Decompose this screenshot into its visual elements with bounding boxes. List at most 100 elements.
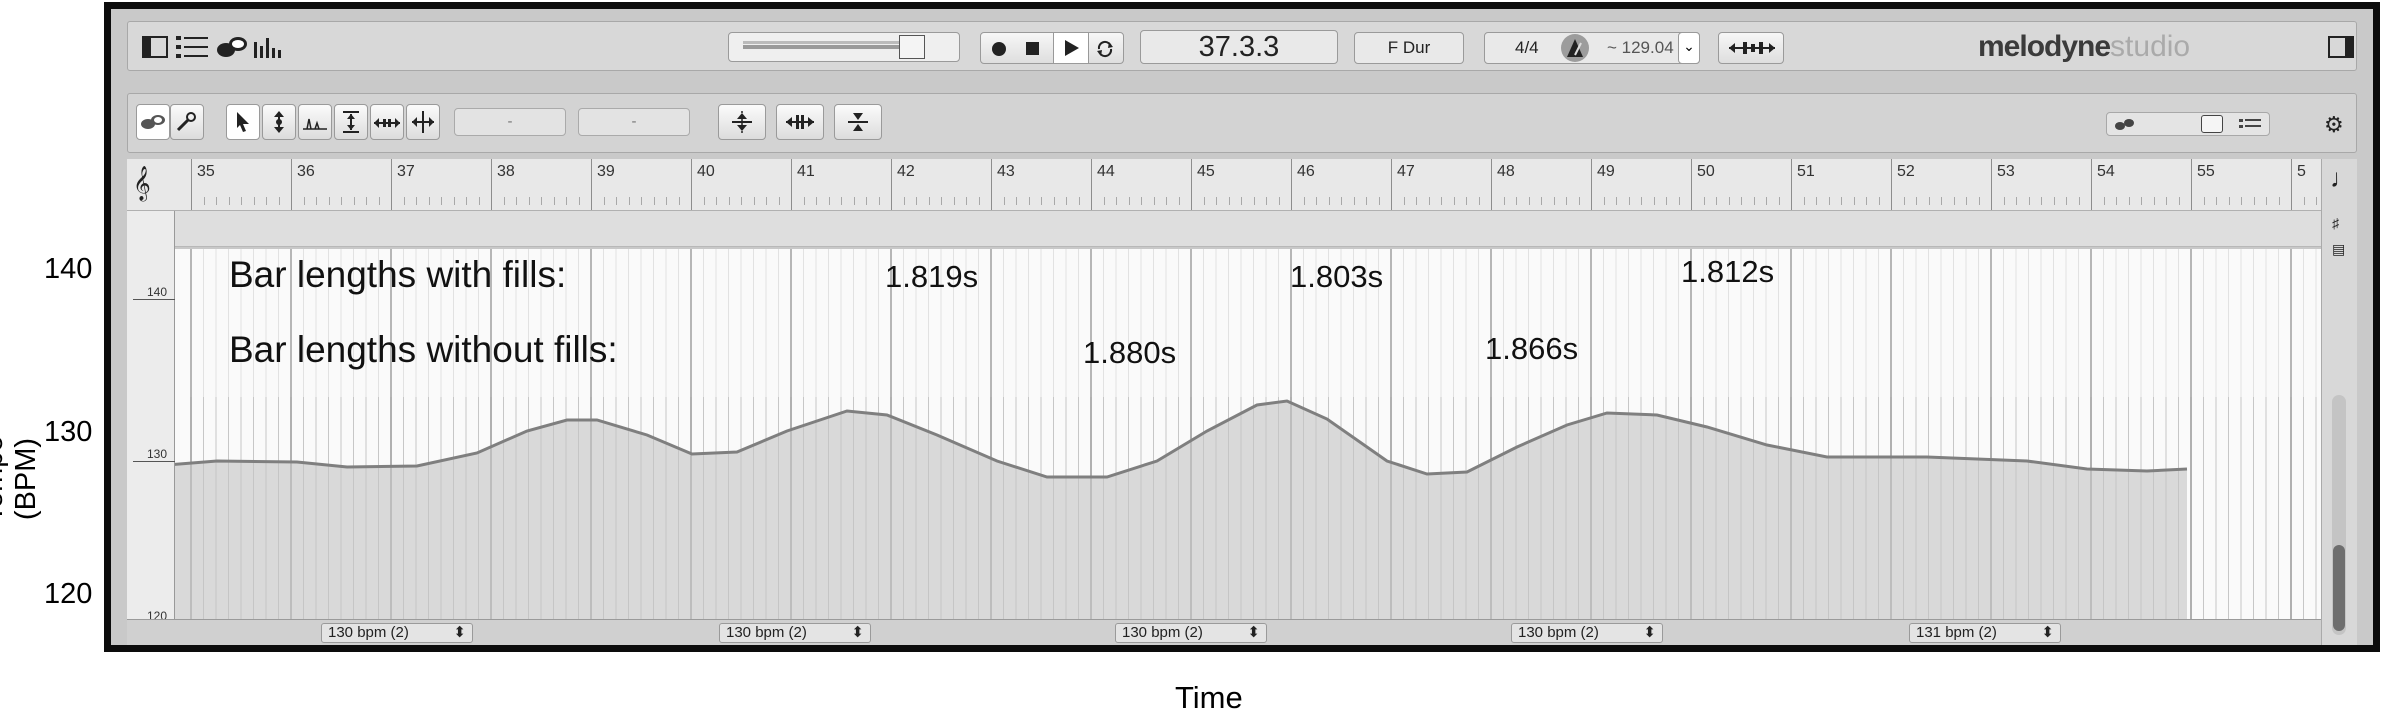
ruler-sub-tick xyxy=(1203,197,1205,205)
ruler-bar-line xyxy=(991,159,992,210)
ruler-bar-line xyxy=(2291,159,2292,210)
zoom-slider[interactable] xyxy=(2106,112,2270,136)
scale-icon[interactable]: ▤ xyxy=(2332,241,2345,258)
ruler-sub-tick xyxy=(853,197,855,205)
ruler-sub-tick xyxy=(416,197,417,205)
treble-clef-icon[interactable]: 𝄞 xyxy=(133,167,151,201)
loop-icon[interactable] xyxy=(1095,39,1115,64)
transport-bar: 37.3.3 F Dur 4/4 ~ 129.04 ⌄ melodynestud… xyxy=(127,21,2357,71)
ruler-sub-tick xyxy=(2016,197,2017,205)
transport-group xyxy=(980,32,1124,64)
ruler-bar-number: 50 xyxy=(1697,163,1715,180)
bar-ruler[interactable]: 35 36 37 38 39 40 41 42 43 44 45 46 47 48 49 50 51 52 53 54… xyxy=(127,159,2357,211)
ruler-sub-tick xyxy=(203,197,205,205)
ruler-sub-tick xyxy=(1341,197,1342,205)
note-value-icon[interactable]: ♩ xyxy=(2330,163,2356,194)
chord-track xyxy=(127,211,2357,247)
volume-handle[interactable] xyxy=(899,35,925,59)
ruler-sub-tick xyxy=(703,197,705,205)
record-icon[interactable] xyxy=(991,41,1007,62)
quantize-time-button[interactable] xyxy=(776,104,824,140)
ruler-bar-number: 5 xyxy=(2297,163,2306,180)
ruler-bar-line xyxy=(191,159,192,210)
ruler-sub-tick xyxy=(1266,197,1267,205)
ruler-bar-line xyxy=(291,159,292,210)
tempo-editor[interactable] xyxy=(127,247,2357,619)
vertical-scrollbar[interactable] xyxy=(2332,395,2346,635)
quantize-time-icon xyxy=(786,115,814,129)
ruler-bar-number: 45 xyxy=(1197,163,1215,180)
ruler-sub-tick xyxy=(878,197,880,205)
ruler-sub-tick xyxy=(1828,197,1830,205)
scrollbar-thumb[interactable] xyxy=(2333,545,2345,631)
stop-icon[interactable] xyxy=(1026,42,1040,61)
wrench-icon xyxy=(176,112,196,132)
ruler-sub-tick xyxy=(603,197,605,205)
cents-value-field[interactable]: - xyxy=(578,108,690,136)
timing-tool-button[interactable] xyxy=(370,104,404,140)
ruler-sub-tick xyxy=(1966,197,1967,205)
spectrum-icon[interactable] xyxy=(252,34,282,65)
metronome-icon[interactable] xyxy=(1561,34,1589,62)
tempo-segment-label: 130 bpm (2) xyxy=(1122,624,1203,641)
ruler-sub-tick xyxy=(1066,197,1067,205)
ruler-sub-tick xyxy=(353,197,355,205)
ruler-bar-line xyxy=(591,159,592,210)
tempo-display[interactable]: 4/4 ~ 129.04 xyxy=(1484,32,1700,64)
ruler-bar-number: 52 xyxy=(1897,163,1915,180)
ruler-sub-tick xyxy=(2278,197,2280,205)
ruler-sub-tick xyxy=(666,197,667,205)
tempo-segment-4[interactable]: 130 bpm (2) ⬍ xyxy=(1511,623,1663,643)
ruler-sub-tick xyxy=(541,197,542,205)
formant-tool-button[interactable] xyxy=(298,104,332,140)
tempo-segment-5[interactable]: 131 bpm (2) ⬍ xyxy=(1909,623,2061,643)
pitch-tool-button[interactable] xyxy=(262,104,296,140)
ruler-sub-tick xyxy=(866,197,867,205)
compress-icon xyxy=(848,113,868,131)
play-button[interactable] xyxy=(1053,33,1089,63)
pitch-value-field[interactable]: - xyxy=(454,108,566,136)
ruler-sub-tick xyxy=(953,197,955,205)
blob-tool-button[interactable] xyxy=(136,104,170,140)
ruler-sub-tick xyxy=(1916,197,1917,205)
ruler-sub-tick xyxy=(1628,197,1630,205)
amplitude-tool-button[interactable] xyxy=(334,104,368,140)
zoom-handle[interactable] xyxy=(2201,115,2223,133)
tempo-scale: 140 130 120 xyxy=(127,211,175,624)
ruler-bar-number: 49 xyxy=(1597,163,1615,180)
macro-tool-button[interactable] xyxy=(170,104,204,140)
quantize-pitch-button[interactable] xyxy=(718,104,766,140)
ruler-sub-tick xyxy=(1766,197,1767,205)
notes-small-icon xyxy=(2239,119,2261,128)
ruler-sub-tick xyxy=(1603,197,1605,205)
ruler-sub-tick xyxy=(766,197,767,205)
scale-label-140: 140 xyxy=(147,285,168,299)
tempo-segment-2[interactable]: 130 bpm (2) ⬍ xyxy=(719,623,871,643)
inspector-toggle-icon[interactable] xyxy=(2328,36,2354,63)
key-display[interactable]: F Dur xyxy=(1354,32,1464,64)
blob-view-icon[interactable] xyxy=(216,34,250,65)
ruler-sub-tick xyxy=(1753,197,1755,205)
sidebar-toggle-icon[interactable] xyxy=(142,36,168,63)
position-display[interactable]: 37.3.3 xyxy=(1140,30,1338,64)
ruler-sub-tick xyxy=(1678,197,1680,205)
compress-button[interactable] xyxy=(834,104,882,140)
ruler-sub-tick xyxy=(1128,197,1130,205)
ruler-bar-number: 38 xyxy=(497,163,515,180)
tempo-detect-button[interactable] xyxy=(1718,32,1784,64)
note-separation-tool-button[interactable] xyxy=(406,104,440,140)
tempo-dropdown[interactable]: ⌄ xyxy=(1678,32,1700,64)
tempo-segment-1[interactable]: 130 bpm (2) ⬍ xyxy=(321,623,473,643)
ruler-bar-line xyxy=(491,159,492,210)
note-layout-icon[interactable] xyxy=(176,34,210,65)
volume-slider[interactable] xyxy=(728,32,960,62)
annotation-with-fills: Bar lengths with fills: xyxy=(229,254,567,295)
ruler-sub-tick xyxy=(1003,197,1005,205)
duration-with-fills-2: 1.803s xyxy=(1290,259,1384,294)
sharp-flat-icon[interactable]: ♯ xyxy=(2332,215,2339,231)
ruler-sub-tick xyxy=(2103,197,2105,205)
settings-gear-icon[interactable]: ⚙ xyxy=(2324,112,2344,138)
tempo-segment-3[interactable]: 130 bpm (2) ⬍ xyxy=(1115,623,1267,643)
ruler-sub-tick xyxy=(1516,197,1517,205)
pointer-tool-button[interactable] xyxy=(226,104,260,140)
